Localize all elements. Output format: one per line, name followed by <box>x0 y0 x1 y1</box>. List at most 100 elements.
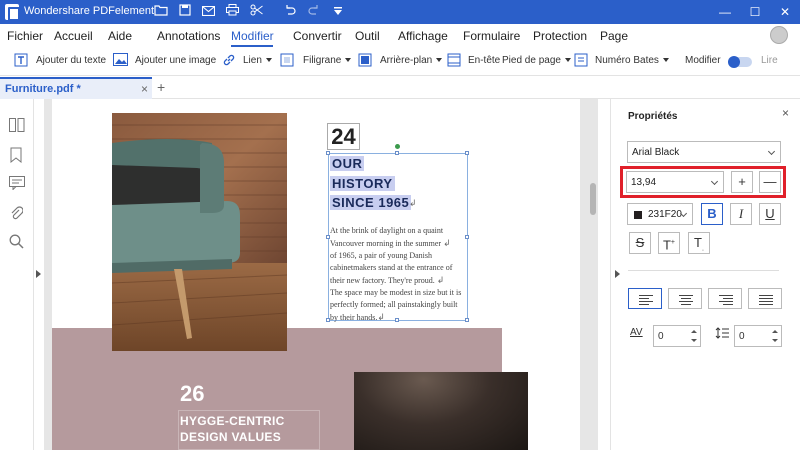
headline-line-3[interactable]: SINCE 1965 <box>330 195 412 210</box>
paragraph-1[interactable]: At the brink of daylight on a quaint Van… <box>330 225 467 287</box>
folder-icon[interactable] <box>153 4 169 20</box>
resize-handle-tl[interactable] <box>326 151 330 155</box>
align-center-button[interactable] <box>668 288 702 309</box>
headline-line-1[interactable]: OUR <box>330 156 365 171</box>
add-tab-button[interactable]: + <box>157 79 165 95</box>
comment-icon[interactable] <box>9 176 25 192</box>
underline-button[interactable]: U <box>759 203 781 225</box>
attachment-icon[interactable] <box>9 205 25 221</box>
rotate-handle[interactable] <box>395 144 400 149</box>
panel-separator <box>628 270 779 271</box>
italic-button[interactable]: I <box>730 203 752 225</box>
close-tab-icon[interactable]: × <box>141 82 148 96</box>
document-tab[interactable]: Furniture.pdf * × <box>0 77 152 99</box>
bookmark-icon[interactable] <box>9 147 25 164</box>
close-window-button[interactable]: ✕ <box>770 0 800 24</box>
align-right-button[interactable] <box>708 288 742 309</box>
strikethrough-button[interactable]: S <box>629 232 651 254</box>
background-label: Arrière-plan <box>380 55 433 66</box>
line-spacing-input[interactable]: 0 <box>734 325 782 347</box>
mode-toggle[interactable] <box>728 56 752 68</box>
menu-fichier[interactable]: Fichier <box>7 29 43 43</box>
maximize-button[interactable]: ☐ <box>740 0 770 24</box>
menu-affichage[interactable]: Affichage <box>398 29 448 43</box>
expand-left-panel-icon[interactable] <box>36 270 41 278</box>
vertical-scrollbar[interactable] <box>590 183 596 215</box>
resize-handle-tc[interactable] <box>395 151 399 155</box>
menu-modifier[interactable]: Modifier <box>231 29 274 43</box>
menu-convertir[interactable]: Convertir <box>293 29 342 43</box>
superscript-button[interactable]: T+ <box>658 232 680 254</box>
watermark-button[interactable]: Filigrane <box>303 55 352 66</box>
spin-up-icon[interactable] <box>772 330 778 333</box>
document-tab-name: Furniture.pdf * <box>5 83 81 95</box>
mail-icon[interactable] <box>200 4 216 20</box>
add-image-icon <box>113 53 128 67</box>
background-button[interactable]: Arrière-plan <box>380 55 443 66</box>
character-spacing-value: 0 <box>658 331 664 342</box>
increase-font-size-button[interactable]: + <box>731 171 753 193</box>
align-left-button[interactable] <box>628 288 662 309</box>
print-icon[interactable] <box>224 4 240 20</box>
search-icon[interactable] <box>9 234 25 250</box>
para2-line-2: perfectly formed; all painstakingly buil… <box>330 300 458 309</box>
dark-interior-photo[interactable] <box>354 372 528 450</box>
page-number-24[interactable]: 24 <box>327 123 360 150</box>
active-menu-indicator <box>231 45 273 47</box>
paragraph-2[interactable]: The space may be modest in size but it i… <box>330 287 467 324</box>
link-icon <box>222 53 236 67</box>
pdf-page: 24 OUR HISTORY SINCE 1965 ↲ At the brink… <box>52 99 580 450</box>
watermark-icon <box>280 53 294 67</box>
decrease-font-size-button[interactable]: — <box>759 171 781 193</box>
save-icon[interactable] <box>177 4 193 20</box>
para2-line-3-text: by their hands. <box>330 313 378 322</box>
headline-line-2[interactable]: HISTORY <box>330 176 395 191</box>
menu-accueil[interactable]: Accueil <box>54 29 93 43</box>
bates-number-button[interactable]: Numéro Bates <box>595 55 669 66</box>
font-color-swatch <box>634 211 642 219</box>
undo-icon[interactable] <box>282 4 298 20</box>
add-text-button[interactable]: Ajouter du texte <box>36 55 106 66</box>
subscript-button[interactable]: T. <box>688 232 710 254</box>
para2-line-3: by their hands.↲ <box>330 311 467 324</box>
spin-down-icon[interactable] <box>772 339 778 342</box>
align-justify-button[interactable] <box>748 288 782 309</box>
font-size-select[interactable]: 13,94 <box>626 171 724 193</box>
bottom-headline-line-2[interactable]: DESIGN VALUES <box>180 430 281 444</box>
footer-button[interactable]: Pied de page <box>502 55 571 66</box>
redo-icon[interactable] <box>306 4 322 20</box>
app-title: Wondershare PDFelement <box>24 5 155 17</box>
close-properties-icon[interactable]: × <box>782 106 789 120</box>
menu-formulaire[interactable]: Formulaire <box>463 29 520 43</box>
bold-button[interactable]: B <box>701 203 723 225</box>
app-logo-icon <box>5 4 20 21</box>
spin-up-icon[interactable] <box>691 330 697 333</box>
bottom-headline-line-1[interactable]: HYGGE-CENTRIC <box>180 414 285 428</box>
para1-line-2: Vancouver morning in the summer ↲ <box>330 237 467 250</box>
add-text-icon <box>14 53 28 67</box>
user-avatar[interactable] <box>770 26 788 44</box>
edit-toolbar: Ajouter du texte Ajouter une image Lien … <box>0 48 800 76</box>
add-image-button[interactable]: Ajouter une image <box>135 55 216 66</box>
menu-annotations[interactable]: Annotations <box>157 29 220 43</box>
para1-line-5: their new factory. They're proud. ↲ <box>330 274 467 287</box>
font-family-select[interactable]: Arial Black <box>627 141 781 163</box>
link-button[interactable]: Lien <box>243 55 272 66</box>
watermark-dropdown-icon <box>345 58 352 63</box>
collapse-right-panel-icon[interactable] <box>615 270 620 278</box>
cut-icon[interactable] <box>248 4 264 20</box>
quick-access-dropdown-icon[interactable] <box>330 4 346 20</box>
spin-down-icon[interactable] <box>691 339 697 342</box>
footer-label: Pied de page <box>502 55 561 66</box>
character-spacing-input[interactable]: 0 <box>653 325 701 347</box>
menu-page[interactable]: Page <box>600 29 628 43</box>
thumbnails-icon[interactable] <box>9 118 25 134</box>
menu-outil[interactable]: Outil <box>355 29 380 43</box>
menu-protection[interactable]: Protection <box>533 29 587 43</box>
resize-handle-tr[interactable] <box>465 151 469 155</box>
armchair-photo[interactable] <box>112 113 287 351</box>
page-number-26[interactable]: 26 <box>180 381 204 407</box>
header-button[interactable]: En-tête <box>468 55 500 66</box>
menu-aide[interactable]: Aide <box>108 29 132 43</box>
minimize-button[interactable]: — <box>710 0 740 24</box>
